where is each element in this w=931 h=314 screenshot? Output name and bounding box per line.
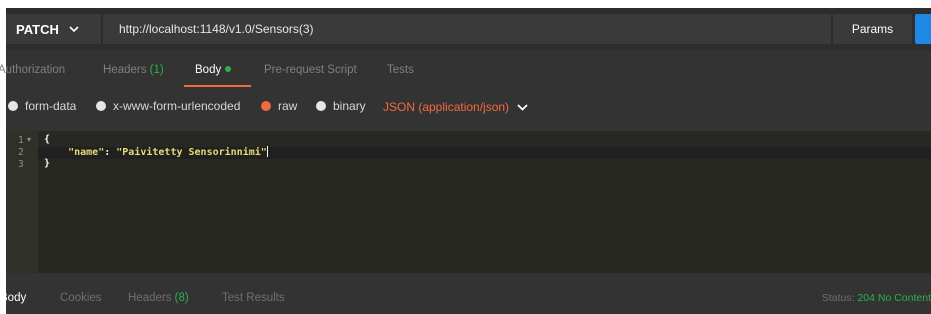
- status-value: 204 No Content: [857, 292, 931, 304]
- json-value: "Paivitetty Sensorinnimi": [116, 147, 267, 158]
- fold-arrow-icon[interactable]: ▾: [27, 135, 31, 144]
- params-button[interactable]: Params: [833, 14, 912, 44]
- send-button[interactable]: [915, 14, 931, 44]
- body-indicator-dot: [225, 66, 232, 72]
- radio-raw[interactable]: raw: [261, 99, 297, 113]
- radio-binary[interactable]: binary: [316, 99, 366, 113]
- line-number: 2: [18, 147, 24, 158]
- radio-selected-icon: [261, 101, 271, 111]
- content-type-dropdown[interactable]: JSON (application/json): [383, 100, 528, 114]
- response-tab-test-results[interactable]: Test Results: [222, 292, 285, 304]
- active-tab-underline: [184, 85, 251, 87]
- radio-x-www-form-urlencoded[interactable]: x-www-form-urlencoded: [96, 99, 240, 113]
- request-url-bar: PATCH http://localhost:1148/v1.0/Sensors…: [6, 8, 931, 50]
- chevron-down-icon: [517, 104, 528, 111]
- response-tab-cookies[interactable]: Cookies: [60, 292, 102, 304]
- editor-gutter: 1 ▾ 2 3: [6, 131, 38, 273]
- method-label: PATCH: [16, 21, 59, 37]
- radio-icon: [96, 101, 106, 111]
- json-key: "name": [68, 147, 105, 158]
- response-tab-headers[interactable]: Headers (8): [128, 292, 189, 304]
- code-line-2: "name": "Paivitetty Sensorinnimi": [68, 146, 268, 158]
- code-line-1: {: [44, 134, 51, 145]
- tab-body[interactable]: Body: [195, 64, 232, 76]
- params-label: Params: [851, 22, 894, 36]
- text-cursor: [266, 146, 268, 157]
- request-tabs: Authorization Headers (1) Body Pre-reque…: [0, 50, 931, 88]
- headers-count: (1): [149, 64, 164, 76]
- method-dropdown[interactable]: PATCH: [6, 14, 101, 44]
- tab-pre-request-script[interactable]: Pre-request Script: [264, 64, 357, 76]
- tab-headers[interactable]: Headers (1): [103, 64, 164, 76]
- tab-authorization[interactable]: Authorization: [0, 64, 65, 76]
- body-type-options: form-data x-www-form-urlencoded raw bina…: [6, 90, 931, 124]
- radio-icon: [316, 101, 326, 111]
- postman-window: PATCH http://localhost:1148/v1.0/Sensors…: [0, 8, 931, 314]
- url-input[interactable]: http://localhost:1148/v1.0/Sensors(3): [103, 14, 831, 44]
- chevron-down-icon: [69, 26, 79, 33]
- tab-tests[interactable]: Tests: [387, 64, 414, 76]
- code-editor[interactable]: 1 ▾ 2 3 { "name": "Paivitetty Sensorinni…: [6, 131, 931, 273]
- status-label: Status:: [821, 292, 855, 304]
- line-number: 3: [18, 159, 24, 170]
- url-value: http://localhost:1148/v1.0/Sensors(3): [119, 22, 314, 36]
- content-type-label: JSON (application/json): [383, 100, 510, 114]
- response-tab-body[interactable]: Body: [0, 292, 26, 304]
- response-bar: Body Cookies Headers (8) Test Results St…: [0, 280, 931, 314]
- line-number: 1: [18, 135, 24, 146]
- code-line-3: }: [44, 158, 51, 169]
- response-status: Status: 204 No Content: [822, 292, 931, 304]
- response-headers-count: (8): [174, 292, 189, 304]
- radio-form-data[interactable]: form-data: [8, 99, 76, 113]
- radio-icon: [8, 101, 18, 111]
